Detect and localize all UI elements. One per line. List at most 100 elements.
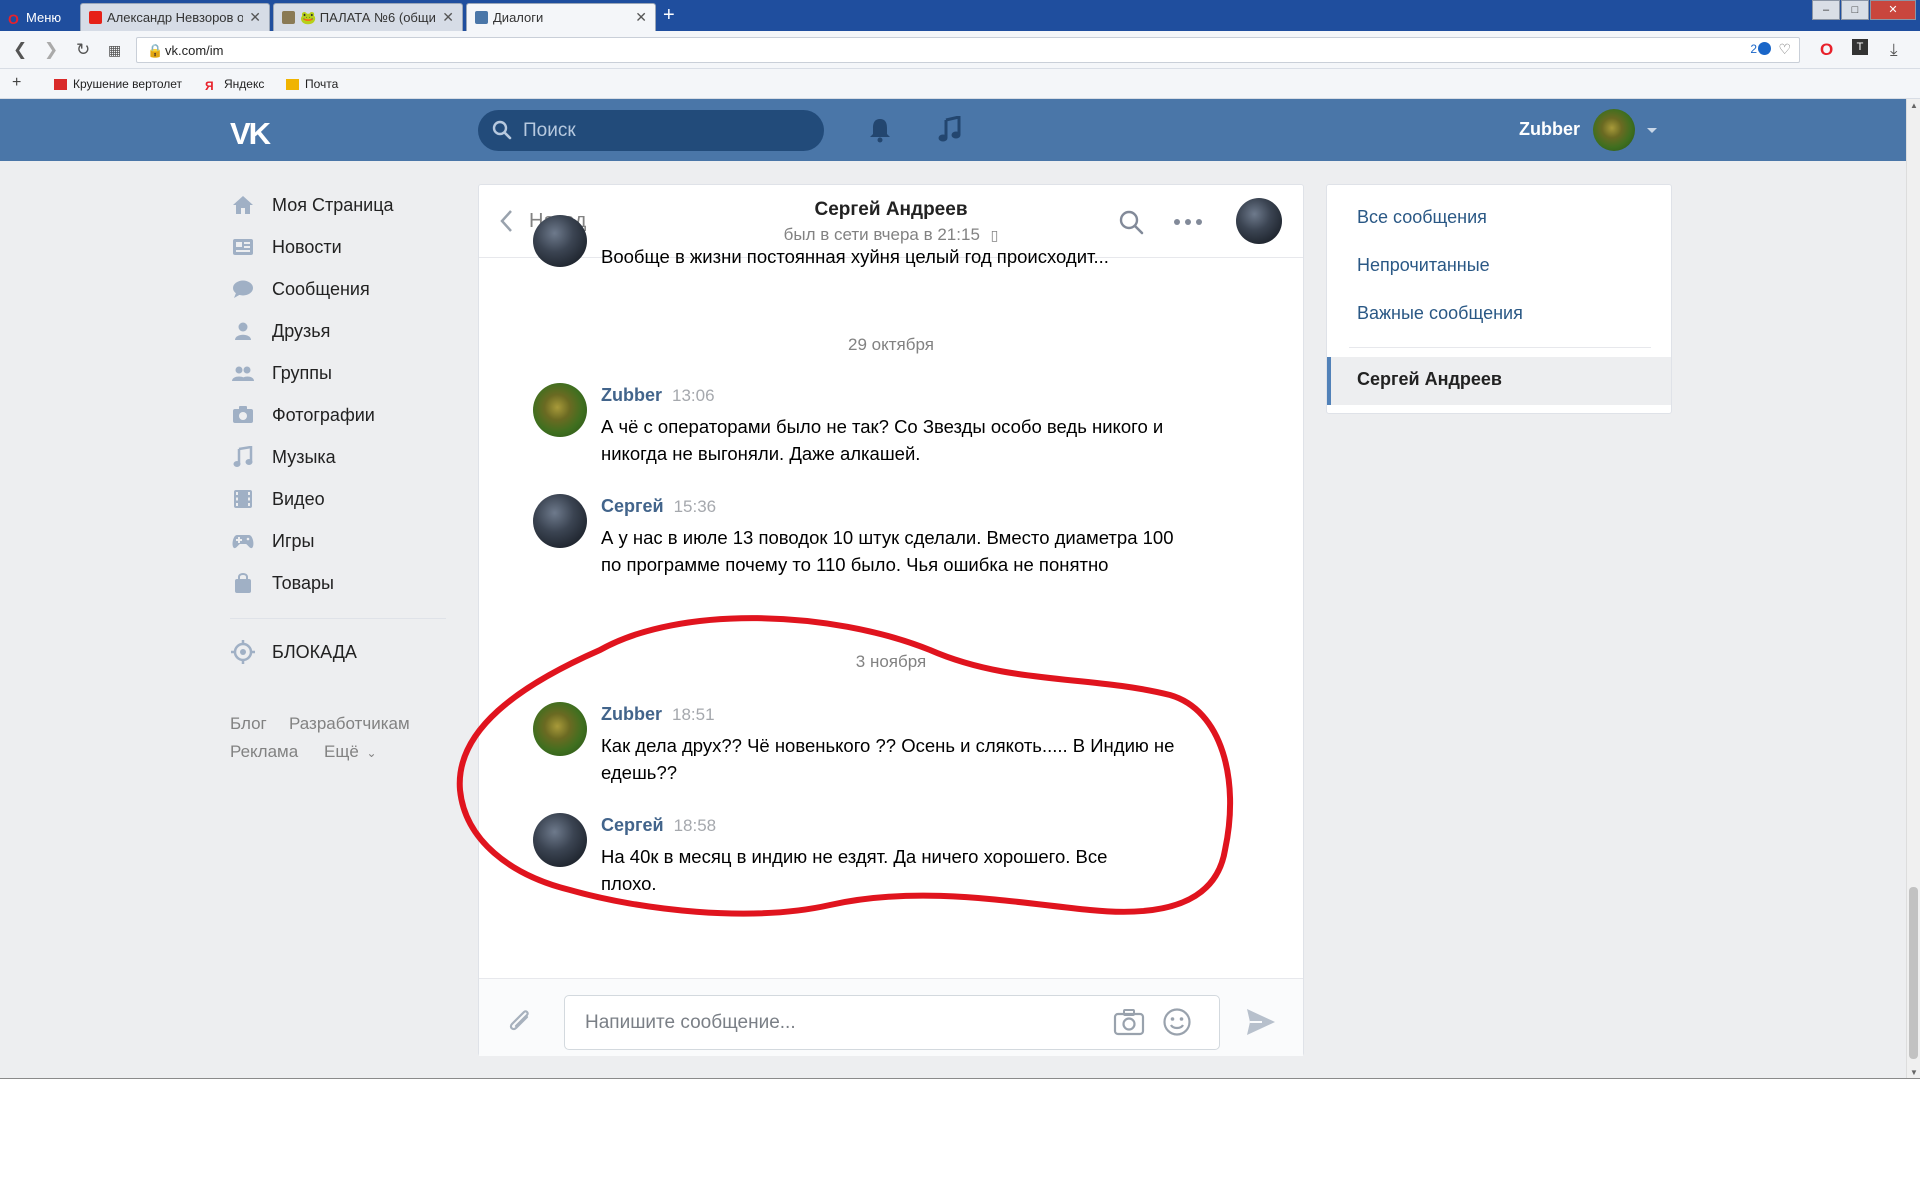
- header-user-name[interactable]: Zubber: [1519, 119, 1580, 140]
- menu-item-groups[interactable]: Группы: [230, 358, 332, 388]
- address-bar[interactable]: 🔒 vk.com/im 2 ♡: [136, 37, 1800, 63]
- add-bookmark-icon[interactable]: +: [12, 74, 21, 92]
- footer-link-more[interactable]: Ещё ⌄: [324, 742, 377, 762]
- compose-bar: Напишите сообщение...: [479, 978, 1303, 1056]
- menu-divider: [230, 618, 446, 619]
- menu-item-messages[interactable]: Сообщения: [230, 274, 370, 304]
- gamepad-icon: [230, 529, 256, 553]
- news-icon: [230, 235, 256, 259]
- menu-item-news[interactable]: Новости: [230, 232, 342, 262]
- chevron-down-icon: ⌄: [366, 746, 377, 760]
- camera-icon[interactable]: [1113, 1008, 1145, 1036]
- adblock-badge: 2: [1750, 42, 1757, 56]
- window-bottom-edge: [0, 1078, 1920, 1079]
- menu-item-photos[interactable]: Фотографии: [230, 400, 375, 430]
- menu-item-games[interactable]: Игры: [230, 526, 314, 556]
- tab-2[interactable]: 🐸 ПАЛАТА №6 (общий ✕: [273, 3, 463, 31]
- music-icon[interactable]: [938, 116, 962, 144]
- browser-tab-bar: O Меню Александр Невзоров о С ✕ 🐸 ПАЛАТА…: [0, 0, 1920, 31]
- smile-icon[interactable]: [1162, 1007, 1192, 1037]
- home-icon: [230, 193, 256, 217]
- maximize-button[interactable]: □: [1841, 0, 1869, 20]
- tab-1[interactable]: Александр Невзоров о С ✕: [80, 3, 270, 31]
- avatar[interactable]: [1593, 109, 1635, 151]
- message-time: 13:06: [672, 386, 715, 405]
- adblock-icon[interactable]: [1758, 42, 1771, 55]
- message-input[interactable]: Напишите сообщение...: [564, 995, 1220, 1050]
- date-separator: 29 октября: [848, 335, 934, 354]
- close-icon[interactable]: ✕: [249, 9, 261, 26]
- bookmark-1[interactable]: Крушение вертолет: [54, 77, 182, 91]
- annotation-ellipse: [456, 615, 1234, 917]
- message-text: Вообще в жизни постоянная хуйня целый го…: [601, 246, 1109, 267]
- new-tab-button[interactable]: +: [663, 4, 675, 27]
- avatar[interactable]: [533, 383, 587, 437]
- menu-item-friends[interactable]: Друзья: [230, 316, 330, 346]
- filter-all-messages[interactable]: Все сообщения: [1357, 207, 1487, 228]
- panel-divider: [1349, 347, 1651, 348]
- bookmarks-bar: + Крушение вертолет Я Яндекс Почта: [0, 69, 1920, 99]
- vk-logo[interactable]: VK: [230, 116, 271, 152]
- search-input[interactable]: Поиск: [478, 110, 824, 151]
- menu-item-music[interactable]: Музыка: [230, 442, 336, 472]
- vk-header: VK Поиск Zubber: [0, 99, 1906, 161]
- group-favicon-icon: [282, 11, 295, 24]
- close-window-button[interactable]: ✕: [1870, 0, 1916, 20]
- forward-arrow-icon[interactable]: ❯: [44, 40, 58, 60]
- minimize-button[interactable]: –: [1812, 0, 1840, 20]
- bookmark-yandex[interactable]: Я Яндекс: [205, 77, 264, 93]
- tab-dialogs[interactable]: Диалоги ✕: [466, 3, 656, 31]
- scrollbar[interactable]: ▲ ▼: [1906, 99, 1920, 1079]
- footer-link-blog[interactable]: Блог: [230, 714, 267, 734]
- bookmark-mail[interactable]: Почта: [286, 77, 338, 91]
- menu-item-video[interactable]: Видео: [230, 484, 325, 514]
- message: Вообще в жизни постоянная хуйня целый го…: [533, 215, 1233, 285]
- active-dialog-item[interactable]: Сергей Андреев: [1327, 357, 1671, 405]
- avatar[interactable]: [1236, 198, 1282, 244]
- message-author[interactable]: Zubber 13:06: [601, 385, 715, 406]
- extension-icon[interactable]: T: [1852, 39, 1868, 55]
- opera-logo-icon: O: [8, 10, 19, 27]
- opera-icon[interactable]: O: [1820, 40, 1833, 60]
- opera-menu-button[interactable]: O Меню: [0, 3, 76, 31]
- message-author[interactable]: Сергей 15:36: [601, 496, 716, 517]
- paperclip-icon[interactable]: [507, 1005, 533, 1037]
- chevron-down-icon[interactable]: [1646, 127, 1658, 135]
- bag-icon: [230, 571, 256, 595]
- messages-icon: [230, 277, 256, 301]
- message-text: А чё с операторами было не так? Со Звезд…: [601, 416, 1164, 464]
- download-icon[interactable]: ⤓: [1890, 40, 1898, 60]
- avatar[interactable]: [533, 494, 587, 548]
- music-icon: [230, 445, 256, 469]
- reload-icon[interactable]: ↻: [76, 40, 90, 60]
- search-icon[interactable]: [1118, 209, 1144, 235]
- message: Сергей 15:36 А у нас в июле 13 поводок 10…: [533, 494, 1233, 604]
- filter-unread[interactable]: Непрочитанные: [1357, 255, 1490, 276]
- speed-dial-icon[interactable]: ▦: [108, 42, 121, 59]
- more-icon[interactable]: [1173, 218, 1203, 226]
- mail-icon: [286, 78, 299, 90]
- dialog-filter-panel: Все сообщения Непрочитанные Важные сообщ…: [1326, 184, 1672, 414]
- scroll-thumb[interactable]: [1909, 887, 1918, 1059]
- filter-important[interactable]: Важные сообщения: [1357, 303, 1523, 324]
- url-text: vk.com/im: [165, 42, 224, 58]
- avatar[interactable]: [533, 215, 587, 267]
- bell-icon[interactable]: [868, 117, 892, 143]
- send-icon[interactable]: [1246, 1008, 1276, 1036]
- message: Zubber 13:06 А чё с операторами было не т…: [533, 383, 1233, 473]
- scroll-down-icon[interactable]: ▼: [1910, 1068, 1918, 1077]
- close-icon[interactable]: ✕: [442, 9, 454, 26]
- menu-item-app-blokada[interactable]: БЛОКАДА: [230, 637, 357, 667]
- video-bookmark-icon: [54, 78, 67, 90]
- target-icon: [230, 640, 256, 664]
- youtube-icon: [89, 11, 102, 24]
- footer-link-developers[interactable]: Разработчикам: [289, 714, 410, 734]
- close-icon[interactable]: ✕: [635, 9, 647, 26]
- back-arrow-icon[interactable]: ❮: [13, 40, 27, 60]
- video-icon: [230, 487, 256, 511]
- heart-icon[interactable]: ♡: [1778, 41, 1791, 58]
- menu-item-my-page[interactable]: Моя Страница: [230, 190, 394, 220]
- footer-link-ads[interactable]: Реклама: [230, 742, 298, 762]
- scroll-up-icon[interactable]: ▲: [1910, 101, 1918, 110]
- menu-item-market[interactable]: Товары: [230, 568, 334, 598]
